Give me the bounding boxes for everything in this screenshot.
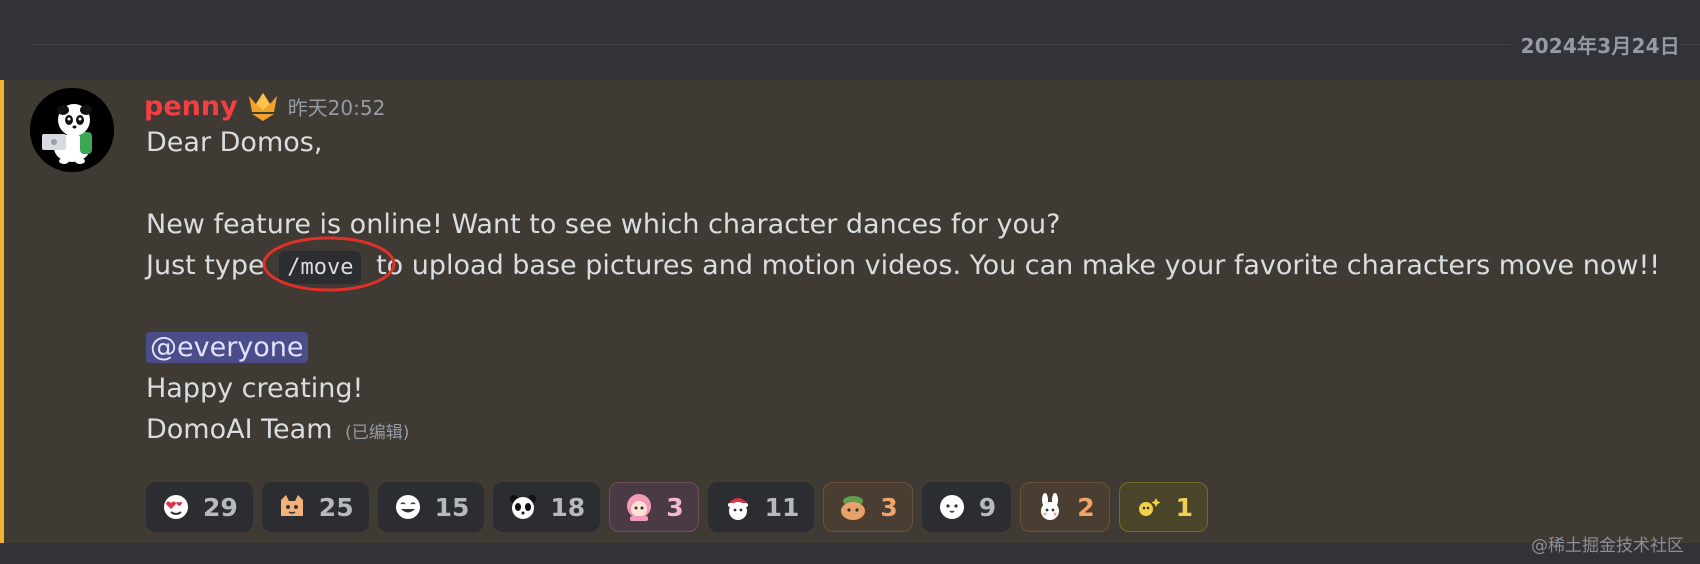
- message-line-instructions: Just type /move to upload base pictures …: [146, 236, 1661, 292]
- message-highlighted[interactable]: penny 昨天20:52 Dear Domos, New feature is…: [0, 80, 1700, 543]
- reaction-button[interactable]: 25: [261, 482, 369, 532]
- date-divider-label: 2024年3月24日: [1510, 30, 1680, 59]
- bunny-emoji-icon: [1041, 493, 1060, 520]
- reaction-button[interactable]: 29: [146, 482, 253, 532]
- reaction-count: 3: [666, 492, 684, 522]
- message-line-closing: Happy creating!: [146, 373, 364, 404]
- reaction-count: 18: [550, 492, 586, 522]
- username[interactable]: penny: [144, 91, 238, 122]
- instructions-text-before: Just type: [146, 250, 265, 281]
- message-timestamp[interactable]: 昨天20:52: [288, 92, 386, 121]
- signature-text: DomoAI Team: [146, 414, 333, 445]
- cat-emoji-icon: [280, 495, 303, 516]
- avatar-image: [30, 88, 114, 172]
- red-circle-annotation: [262, 236, 396, 292]
- reaction-button[interactable]: 3: [823, 482, 913, 532]
- message-line-mention: @everyone: [146, 327, 1660, 368]
- reaction-button[interactable]: 11: [707, 482, 815, 532]
- frog-hat-emoji-icon: [841, 496, 866, 520]
- reaction-button[interactable]: 15: [377, 482, 485, 532]
- spark-emoji-icon: [1138, 498, 1161, 516]
- chat-view: 2024年3月24日 penny 昨天20:52 Dear Domos, New…: [0, 0, 1700, 564]
- reaction-count: 15: [434, 492, 470, 522]
- reaction-button[interactable]: 2: [1020, 482, 1110, 532]
- reaction-button[interactable]: 18: [493, 482, 601, 532]
- reactions-bar: 29 25 15 18 3 11 3 9 2 1: [146, 482, 1209, 532]
- santa-emoji-icon: [727, 498, 748, 520]
- edited-label[interactable]: (已编辑): [345, 423, 409, 443]
- heart-eyes-emoji-icon: [164, 495, 188, 519]
- cute-face-emoji-icon: [939, 495, 964, 519]
- reaction-button[interactable]: 1: [1118, 482, 1209, 532]
- pink-girl-emoji-icon: [627, 494, 652, 521]
- crown-role-icon[interactable]: [246, 90, 280, 122]
- instructions-text-after: to upload base pictures and motion video…: [376, 250, 1661, 281]
- reaction-button[interactable]: 3: [609, 482, 699, 532]
- reaction-count: 11: [764, 492, 800, 522]
- reaction-count: 29: [203, 492, 238, 522]
- reaction-count: 3: [880, 492, 898, 522]
- message-line-signature: DomoAI Team (已编辑): [146, 409, 1660, 450]
- reaction-count: 25: [318, 492, 354, 522]
- message-line-greeting: Dear Domos,: [146, 127, 323, 158]
- reaction-count: 2: [1077, 492, 1095, 522]
- panda-emoji-icon: [510, 495, 537, 519]
- avatar[interactable]: [30, 88, 114, 172]
- watermark: @稀土掘金技术社区: [1531, 536, 1684, 556]
- reaction-button[interactable]: 9: [921, 482, 1012, 532]
- reaction-count: 1: [1175, 492, 1194, 522]
- message-content: Dear Domos, New feature is online! Want …: [146, 122, 1660, 450]
- date-divider-line: [32, 44, 1700, 45]
- message-header: penny 昨天20:52: [144, 88, 385, 124]
- grin-emoji-icon: [395, 495, 420, 519]
- everyone-mention[interactable]: @everyone: [146, 332, 308, 363]
- command-code-wrap: /move: [262, 236, 396, 292]
- reaction-count: 9: [978, 492, 997, 522]
